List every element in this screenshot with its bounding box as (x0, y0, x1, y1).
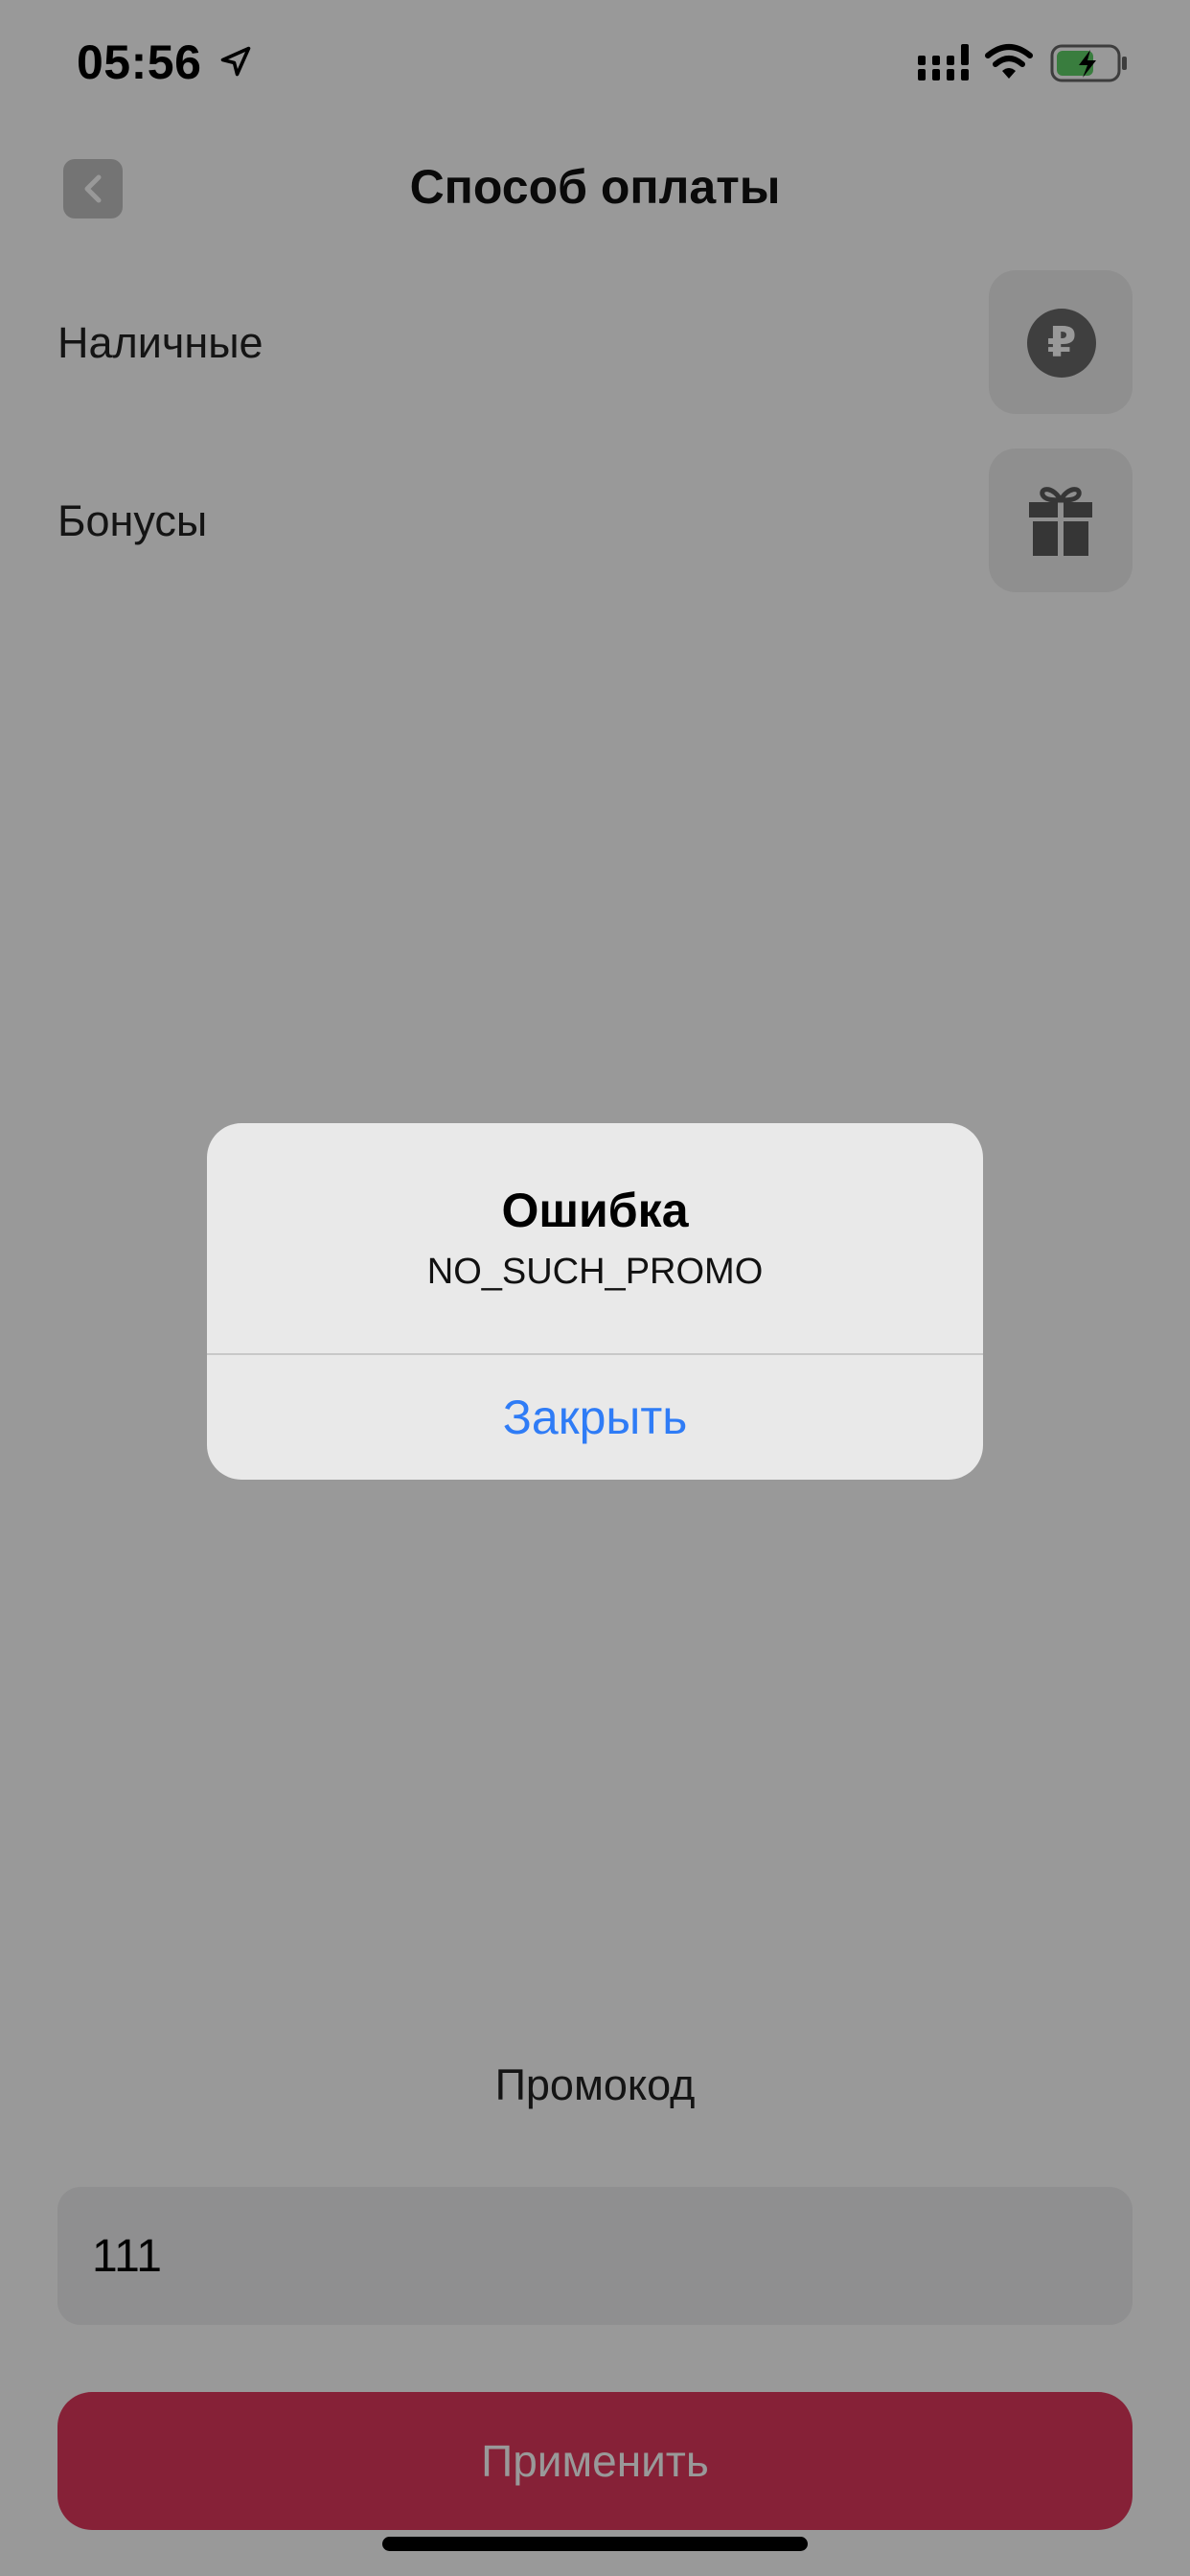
alert-title: Ошибка (501, 1184, 689, 1237)
error-alert-dialog: Ошибка NO_SUCH_PROMO Закрыть (207, 1123, 983, 1480)
payment-method-screen: 05:56 Способ оплаты Наличные ₽ Бонусы Пр… (0, 0, 1190, 2576)
alert-message: NO_SUCH_PROMO (426, 1252, 764, 1292)
home-indicator (382, 2537, 808, 2551)
alert-close-button[interactable]: Закрыть (207, 1355, 983, 1480)
